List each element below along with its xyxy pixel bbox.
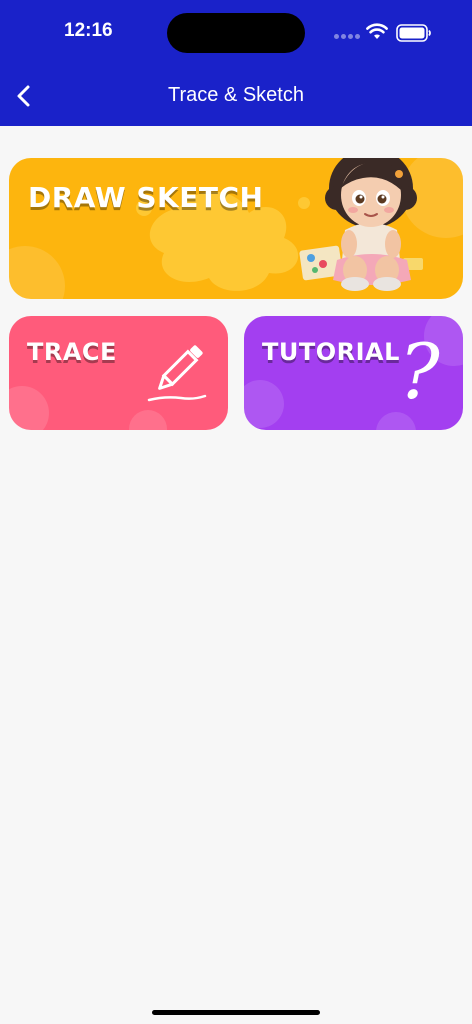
trace-card[interactable]: TRACE — [9, 316, 228, 430]
wifi-icon — [366, 23, 388, 39]
draw-sketch-card[interactable]: DRAW SKETCH — [9, 158, 463, 299]
pencil-icon — [147, 345, 207, 402]
home-indicator[interactable] — [152, 1010, 320, 1015]
status-time: 12:16 — [64, 20, 113, 41]
dynamic-island — [167, 13, 305, 53]
tutorial-card[interactable]: TUTORIAL ? — [244, 316, 463, 430]
tutorial-label: TUTORIAL — [262, 338, 400, 366]
question-mark-icon: ? — [399, 327, 440, 416]
app-header: 12:16 Trace & Sketch — [0, 0, 472, 126]
draw-sketch-label: DRAW SKETCH — [28, 181, 264, 214]
trace-label: TRACE — [27, 338, 117, 366]
battery-icon — [396, 24, 431, 42]
girl-character-illustration — [299, 158, 423, 291]
page-title: Trace & Sketch — [168, 84, 304, 106]
cellular-signal-icon — [334, 34, 360, 40]
